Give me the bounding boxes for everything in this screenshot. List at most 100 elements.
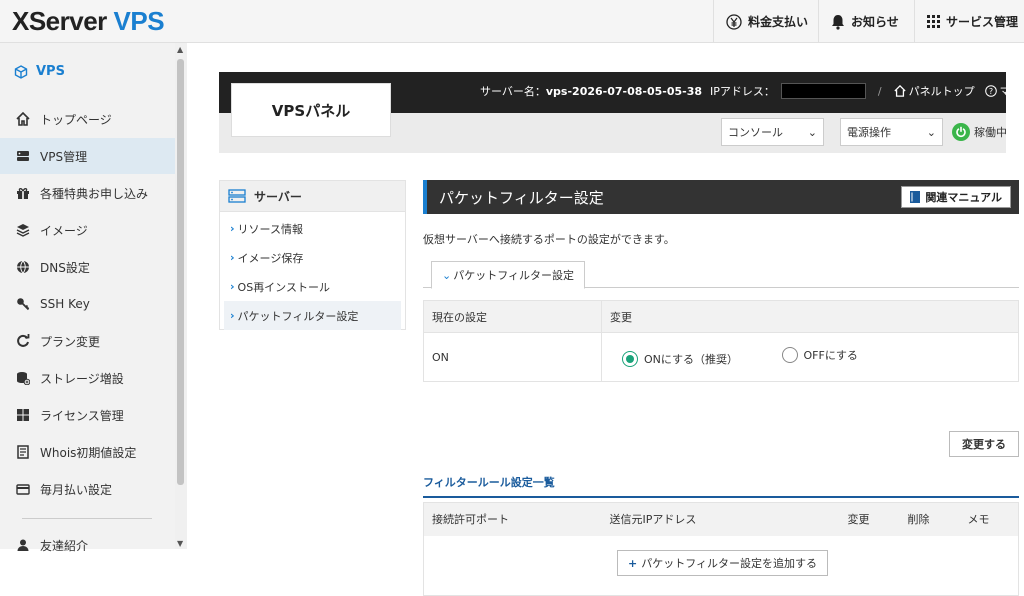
- radio-off-circle[interactable]: [781, 347, 798, 363]
- server-icon: [228, 189, 246, 203]
- sidebar-item-plan[interactable]: プラン変更: [0, 323, 175, 359]
- server-icon: [17, 151, 29, 161]
- content-header: パケットフィルター設定 関連マニュアル: [423, 180, 1019, 214]
- sidebar-item-label: ライセンス管理: [40, 408, 124, 423]
- sidebar-item-monthly[interactable]: 毎月払い設定: [0, 471, 175, 507]
- table-row: ON ONにする（推奨） OFFにする: [423, 332, 1019, 382]
- change-options: ONにする（推奨） OFFにする: [601, 332, 1019, 382]
- notice-link[interactable]: お知らせ: [818, 0, 914, 43]
- cube-icon: [14, 64, 28, 79]
- panel-top-link[interactable]: パネルトップ: [894, 83, 975, 99]
- refresh-icon: [17, 334, 30, 347]
- radio-on-circle[interactable]: [622, 351, 638, 367]
- windows-icon: [17, 409, 29, 421]
- current-value: ON: [423, 332, 602, 382]
- sidebar-item-vps[interactable]: VPS管理: [0, 138, 175, 174]
- sidebar-item-dns[interactable]: DNS設定: [0, 249, 175, 285]
- scroll-up-icon[interactable]: ▲: [177, 46, 183, 54]
- bell-icon: [832, 14, 844, 30]
- sidebar-item-whois[interactable]: Whois初期値設定: [0, 434, 175, 470]
- sidebar-scrollbar[interactable]: ▲ ▼: [175, 43, 187, 549]
- add-packet-filter-label: パケットフィルター設定を追加する: [641, 557, 817, 570]
- current-setting-table: 現在の設定 変更 ON ONにする（推奨） OFFにする: [423, 300, 1019, 382]
- notice-label: お知らせ: [851, 15, 899, 29]
- radio-off[interactable]: OFFにする: [781, 347, 858, 363]
- server-info: サーバー名： vps-2026-07-08-05-05-38 IPアドレス： /…: [480, 83, 1024, 99]
- service-link[interactable]: サービス管理: [914, 0, 1024, 43]
- ip-address-redacted: [780, 83, 866, 99]
- service-label: サービス管理: [946, 15, 1019, 29]
- server-submenu: サーバー › リソース情報 › イメージ保存 › OS再インストール › パケットフィル…: [219, 180, 406, 330]
- power-icon: [952, 123, 970, 141]
- server-name: vps-2026-07-08-05-05-38: [545, 84, 703, 98]
- rule-col-change: 変更: [839, 502, 900, 536]
- chevron-down-icon: ⌄: [442, 268, 452, 282]
- sidebar-item-label: Whois初期値設定: [40, 445, 137, 460]
- submenu-item-os-reinstall[interactable]: › OS再インストール: [220, 272, 405, 301]
- change-button[interactable]: 変更する: [949, 431, 1019, 457]
- sidebar-header: VPS: [14, 64, 65, 79]
- payment-link[interactable]: 料金支払い: [713, 0, 818, 43]
- rules-header-row: 接続許可ポート 送信元IPアドレス 変更 削除 メモ: [423, 502, 1019, 536]
- main-area: VPSパネル サーバー名： vps-2026-07-08-05-05-38 IP…: [187, 43, 1024, 596]
- rule-col-delete: 削除: [899, 502, 960, 536]
- brand-product: VPS: [113, 6, 165, 36]
- sidebar-item-benefits[interactable]: 各種特典お申し込み: [0, 175, 175, 211]
- sidebar-item-label: 各種特典お申し込み: [40, 186, 149, 201]
- radio-on-label: ONにする（推奨）: [644, 353, 738, 366]
- submenu-item-label: OS再インストール: [237, 280, 330, 294]
- chevron-right-icon: ›: [230, 309, 235, 322]
- table-header-row: 現在の設定 変更: [423, 300, 1019, 333]
- home-icon: [16, 112, 30, 126]
- plus-icon: +: [628, 556, 638, 570]
- ip-label: IPアドレス：: [710, 85, 775, 98]
- separator: /: [877, 84, 882, 98]
- scrollbar-thumb[interactable]: [177, 59, 184, 485]
- sidebar-item-referral[interactable]: 友達紹介: [0, 527, 175, 563]
- book-icon: [910, 191, 921, 203]
- sidebar-header-label: VPS: [36, 64, 65, 79]
- sidebar-item-image[interactable]: イメージ: [0, 212, 175, 248]
- globe-icon: [17, 260, 29, 274]
- sidebar-item-storage[interactable]: ストレージ増設: [0, 360, 175, 396]
- sidebar-item-top[interactable]: トップページ: [0, 101, 175, 137]
- sidebar-item-label: 毎月払い設定: [40, 482, 113, 497]
- chevron-down-icon: ⌄: [807, 125, 817, 139]
- description: 仮想サーバーへ接続するポートの設定ができます。: [423, 233, 675, 246]
- chevron-right-icon: ›: [230, 222, 235, 235]
- content-area: パケットフィルター設定 関連マニュアル 仮想サーバーへ接続するポートの設定ができ…: [423, 180, 1019, 596]
- chevron-down-icon: ⌄: [926, 125, 936, 139]
- related-manual-label: 関連マニュアル: [925, 191, 1002, 204]
- power-select[interactable]: 電源操作 ⌄: [840, 118, 943, 146]
- key-icon: [17, 298, 30, 311]
- svg-text:?: ?: [989, 87, 993, 96]
- panel-top-label: パネルトップ: [908, 85, 975, 98]
- rules-section-title: フィルタールール設定一覧: [423, 474, 1019, 498]
- sidebar-item-license[interactable]: ライセンス管理: [0, 397, 175, 433]
- radio-on[interactable]: ONにする（推奨）: [622, 351, 738, 367]
- document-icon: [17, 445, 29, 459]
- add-packet-filter-button[interactable]: + パケットフィルター設定を追加する: [617, 550, 828, 576]
- sidebar-item-ssh[interactable]: SSH Key: [0, 286, 175, 322]
- scroll-down-icon[interactable]: ▼: [177, 540, 183, 548]
- chevron-right-icon: ›: [230, 280, 235, 293]
- submenu-item-packet-filter[interactable]: › パケットフィルター設定: [224, 301, 401, 330]
- submenu-item-image-save[interactable]: › イメージ保存: [220, 243, 405, 272]
- sidebar-item-label: DNS設定: [40, 260, 90, 275]
- tab-packet-filter[interactable]: ⌄ パケットフィルター設定: [431, 261, 585, 289]
- card-icon: [16, 484, 30, 495]
- sidebar: VPS トップページ VPS管理 各種特典お申し込み イメージ DNS設定 SS…: [0, 43, 175, 553]
- server-status: 稼働中: [952, 123, 1007, 141]
- chevron-right-icon: ›: [230, 251, 235, 264]
- submenu-header-label: サーバー: [254, 189, 302, 204]
- user-icon: [17, 539, 29, 551]
- console-select[interactable]: コンソール ⌄: [721, 118, 824, 146]
- submenu-item-resource[interactable]: › リソース情報: [220, 214, 405, 243]
- manual-link[interactable]: ? マニュアル: [984, 83, 1024, 99]
- help-icon: ?: [984, 85, 997, 97]
- page-title: パケットフィルター設定: [439, 188, 604, 207]
- brand-logo[interactable]: XServer VPS: [12, 6, 165, 37]
- related-manual-button[interactable]: 関連マニュアル: [901, 186, 1011, 208]
- yen-icon: [726, 13, 742, 30]
- layers-icon: [16, 224, 30, 237]
